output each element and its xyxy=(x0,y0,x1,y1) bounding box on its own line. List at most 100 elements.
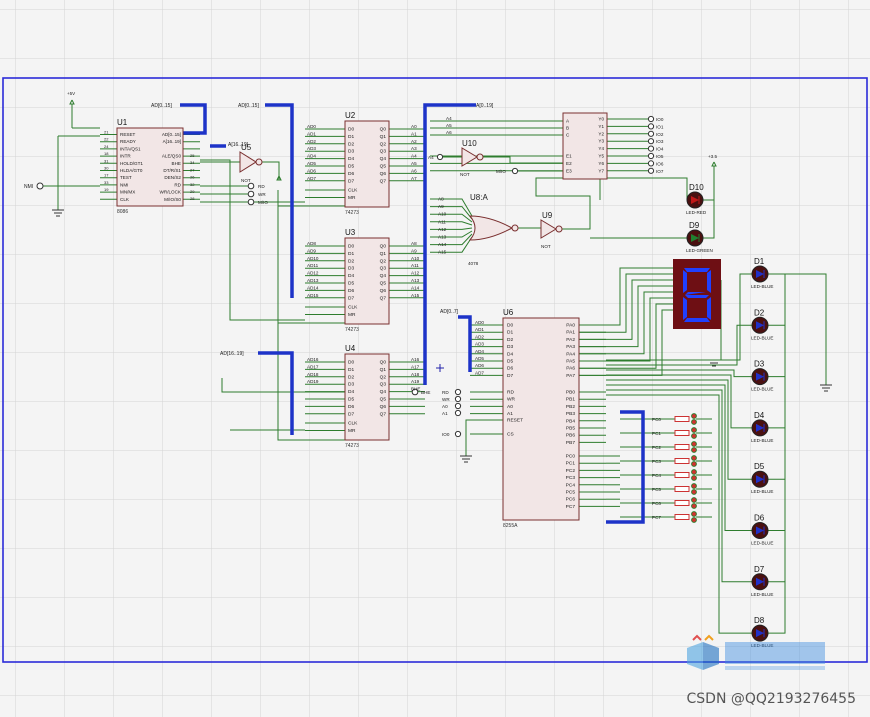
pin-label: RESET xyxy=(120,132,136,137)
terminal xyxy=(647,115,655,123)
pc-label: PC2 xyxy=(652,445,661,450)
terminal xyxy=(647,123,655,130)
pin-label: INTA/QS1 xyxy=(120,146,141,151)
switch-dot xyxy=(691,461,697,467)
switch-dot xyxy=(691,503,697,509)
pin-label: Q6 xyxy=(380,404,387,410)
terminal xyxy=(454,402,462,410)
pin-number: 18 xyxy=(104,151,109,156)
terminal xyxy=(647,145,655,152)
switch xyxy=(674,472,690,478)
seg-a xyxy=(684,268,710,272)
pin-label: M/IO/S0 xyxy=(164,197,181,202)
pin-label: D3 xyxy=(348,382,354,388)
net-label: A15 xyxy=(438,250,447,255)
led-d2-ref: D2 xyxy=(754,308,765,317)
pin-label: PC0 xyxy=(566,454,576,460)
pin-label: Y1 xyxy=(598,124,604,129)
net-label: AD14 xyxy=(307,285,319,290)
pin-label: Y2 xyxy=(598,131,604,136)
net-label: AD11 xyxy=(307,263,319,268)
pin-label: Q4 xyxy=(380,156,387,162)
pin-number: 24 xyxy=(104,144,109,149)
pin-label: Q3 xyxy=(380,266,387,272)
chip-u2-ref: U2 xyxy=(345,111,356,120)
pin-label: PB5 xyxy=(566,426,575,432)
pin-label: PB1 xyxy=(566,397,575,403)
terminal xyxy=(247,198,255,206)
pin-label: Q1 xyxy=(380,134,387,140)
pin-number: 29 xyxy=(190,189,195,194)
not-bubble xyxy=(555,225,563,233)
led-d1-type: LED-BLUE xyxy=(751,284,773,289)
pin-label: PC1 xyxy=(566,461,576,467)
pin-label: PB2 xyxy=(566,404,575,410)
net-label: RD xyxy=(258,184,265,189)
pin-number: 32 xyxy=(190,182,195,187)
pin-label: PC5 xyxy=(566,490,576,496)
switch-dot xyxy=(691,511,697,517)
not-bubble xyxy=(255,158,263,166)
pin-label: Q6 xyxy=(380,171,387,177)
gate-part: NOT xyxy=(460,172,470,177)
pin-label: D4 xyxy=(348,156,354,162)
pin-label: Q0 xyxy=(380,244,387,250)
pin-label: B xyxy=(566,126,569,131)
pin-label: Q5 xyxy=(380,164,387,170)
net-label: AD18 xyxy=(307,372,319,377)
pin-number: 28 xyxy=(190,196,195,201)
pin-label: D4 xyxy=(348,273,354,279)
net-label: A10 xyxy=(411,256,420,261)
chip-u1-ref: U1 xyxy=(117,118,128,127)
net-label: A4 xyxy=(446,116,452,121)
led-d3-ref: D3 xyxy=(754,360,765,369)
chip-u6-part: 8255A xyxy=(503,523,518,529)
pin-label: Q7 xyxy=(380,178,387,184)
net-label: A15 xyxy=(411,293,420,298)
net-label: A14 xyxy=(438,242,447,247)
pin-label: D1 xyxy=(348,134,354,140)
pin-label: D7 xyxy=(348,295,354,301)
net-label: A16 xyxy=(411,357,420,362)
net-label: AD17 xyxy=(307,364,319,369)
net-label: A5 xyxy=(411,161,417,166)
led-d8-ref: D8 xyxy=(754,616,765,625)
pin-label: A1 xyxy=(507,411,513,417)
led-d4-ref: D4 xyxy=(754,411,765,420)
switch-dot xyxy=(691,489,697,495)
not-bubble xyxy=(476,153,484,161)
pin-number: 31 xyxy=(104,158,109,163)
net-label: A14 xyxy=(411,285,420,290)
pin-label: D2 xyxy=(348,141,354,147)
bus-label: A[16..19] xyxy=(228,142,249,148)
pin-label: PA0 xyxy=(566,323,575,329)
net-label: A5 xyxy=(446,123,452,128)
bus-label: A[0..19] xyxy=(476,103,494,109)
pin-label: PB3 xyxy=(566,411,575,417)
or-bubble xyxy=(511,224,519,232)
pc-label: PC4 xyxy=(652,473,661,478)
led-d7-type: LED-BLUE xyxy=(751,592,773,597)
net-label: AD13 xyxy=(307,278,319,283)
terminal xyxy=(647,152,655,160)
net-label: A6 xyxy=(446,130,452,135)
pin-number: 26 xyxy=(190,175,195,180)
pin-label: Q1 xyxy=(380,251,387,257)
pin-label: D3 xyxy=(507,344,513,350)
pin-label: D4 xyxy=(507,351,513,357)
net-label: IO6 xyxy=(656,161,664,166)
chip-u1: U1 8086 RESET 21 READY 22 INTA/QS1 24 INTR 18 HOLD… xyxy=(104,118,195,215)
net-label: AD3 xyxy=(307,146,316,151)
pin-label: E2 xyxy=(566,161,572,166)
pin-label: D6 xyxy=(507,366,513,372)
pin-number: 22 xyxy=(104,137,109,142)
switch-dot xyxy=(691,517,697,523)
net-label: AD5 xyxy=(307,161,316,166)
pin-label: CLK xyxy=(120,197,130,202)
pin-label: PC7 xyxy=(566,504,576,510)
net-label: +3.5 xyxy=(708,154,718,159)
pin-label: PA2 xyxy=(566,337,575,343)
pin-label: D5 xyxy=(507,359,513,365)
pin-label: D6 xyxy=(348,404,354,410)
switch xyxy=(674,430,690,436)
